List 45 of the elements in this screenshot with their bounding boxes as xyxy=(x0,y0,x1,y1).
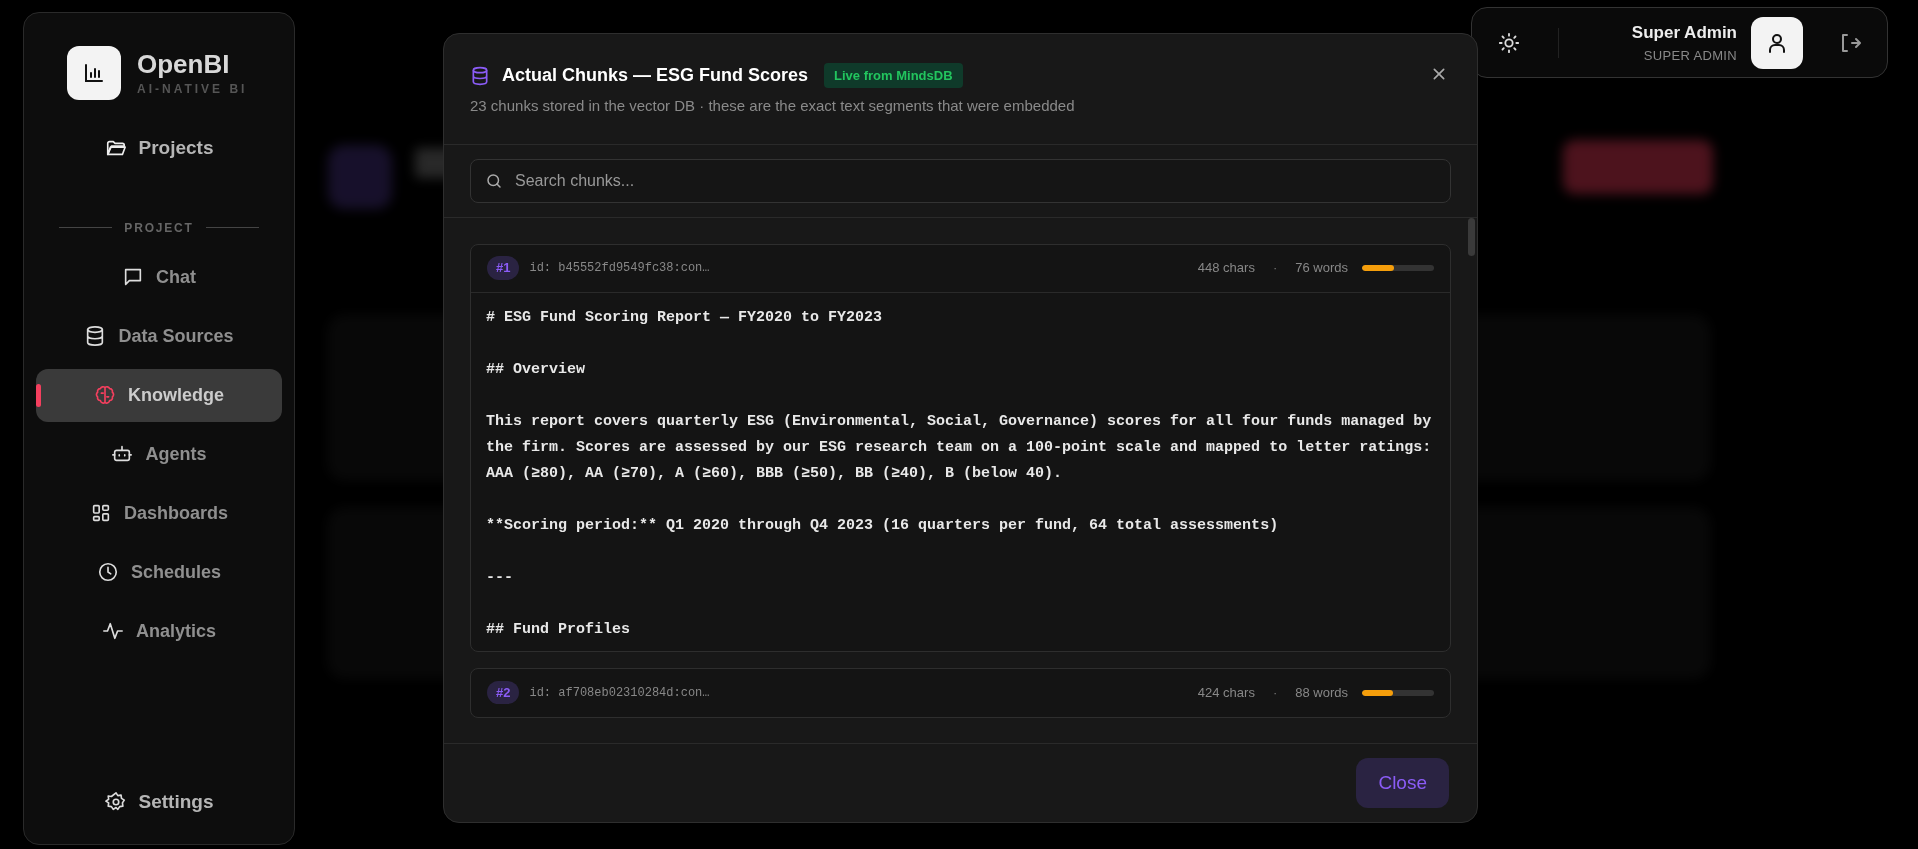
word-count: 88 words xyxy=(1295,683,1348,702)
nav-item[interactable]: Dashboards xyxy=(36,486,282,540)
brand-tagline: AI-NATIVE BI xyxy=(137,81,248,99)
brand-name: OpenBI xyxy=(137,47,231,81)
scrollbar-thumb[interactable] xyxy=(1468,217,1475,256)
status-badge: Live from MindsDB xyxy=(824,62,963,89)
separator-dot: · xyxy=(1272,259,1278,278)
search-field[interactable]: Search chunks... xyxy=(470,158,1451,203)
nav-item[interactable]: Knowledge xyxy=(36,368,282,422)
word-count: 76 words xyxy=(1295,259,1348,278)
chunk-id: id: b45552fd9549fc38:con… xyxy=(529,260,710,277)
nav-item[interactable]: Data Sources xyxy=(36,309,282,363)
nav-item[interactable]: Agents xyxy=(36,427,282,481)
nav-item[interactable]: Chat xyxy=(36,250,282,304)
modal-subtitle: 23 chunks stored in the vector DB · these are the exact text segments that were embedded xyxy=(470,96,1076,116)
close-button[interactable]: Close xyxy=(1356,758,1449,808)
pulse-line-icon xyxy=(101,620,124,642)
sun-icon xyxy=(1498,31,1520,54)
avatar[interactable] xyxy=(1751,16,1803,69)
separator-dot: · xyxy=(1272,683,1278,702)
modal-title: Actual Chunks — ESG Fund Scores xyxy=(502,64,809,87)
active-indicator xyxy=(36,383,41,407)
nav-item[interactable]: Analytics xyxy=(36,604,282,658)
bar-chart-icon xyxy=(82,61,106,85)
projects-link[interactable]: Projects xyxy=(104,134,214,163)
chunk-text: # ESG Fund Scoring Report — FY2020 to FY2023 ## Overview This report covers quarterly ESG (Environmental, Social, Governance) scores for all four funds managed by the firm. Scores are assessed by our ESG research team on a 100-point scale and mapped to letter ratings: AAA (≥80), AA (≥70), A (≥60), BBB (≥50), BB (≥40), B (below 40). **Scoring period:** Q1 2020 through Q4 2023 (16 quarters per fund, 64 total assessments) --- ## Fund Profiles xyxy=(486,307,1433,640)
chat-bubble-icon xyxy=(122,266,144,288)
brain-icon xyxy=(94,384,116,406)
char-count: 448 chars xyxy=(1197,259,1255,278)
search-icon xyxy=(485,171,503,190)
database-icon xyxy=(470,65,490,86)
chunk-number: #2 xyxy=(487,680,520,705)
blurred-header-icon xyxy=(328,145,392,209)
nav-item[interactable]: Schedules xyxy=(36,545,282,599)
dashboard-grid-icon xyxy=(90,502,112,524)
close-icon xyxy=(1431,66,1447,82)
char-count: 424 chars xyxy=(1197,683,1255,702)
chunk-number: #1 xyxy=(487,256,520,280)
clock-icon xyxy=(96,561,119,583)
chunk-id: id: af708eb02310284d:con… xyxy=(529,684,710,702)
settings-icon xyxy=(104,790,127,813)
settings-link[interactable]: Settings xyxy=(104,787,214,816)
user-role: SUPER ADMIN xyxy=(1643,46,1737,65)
section-label: PROJECT xyxy=(124,219,194,237)
user-name: Super Admin xyxy=(1631,22,1737,44)
